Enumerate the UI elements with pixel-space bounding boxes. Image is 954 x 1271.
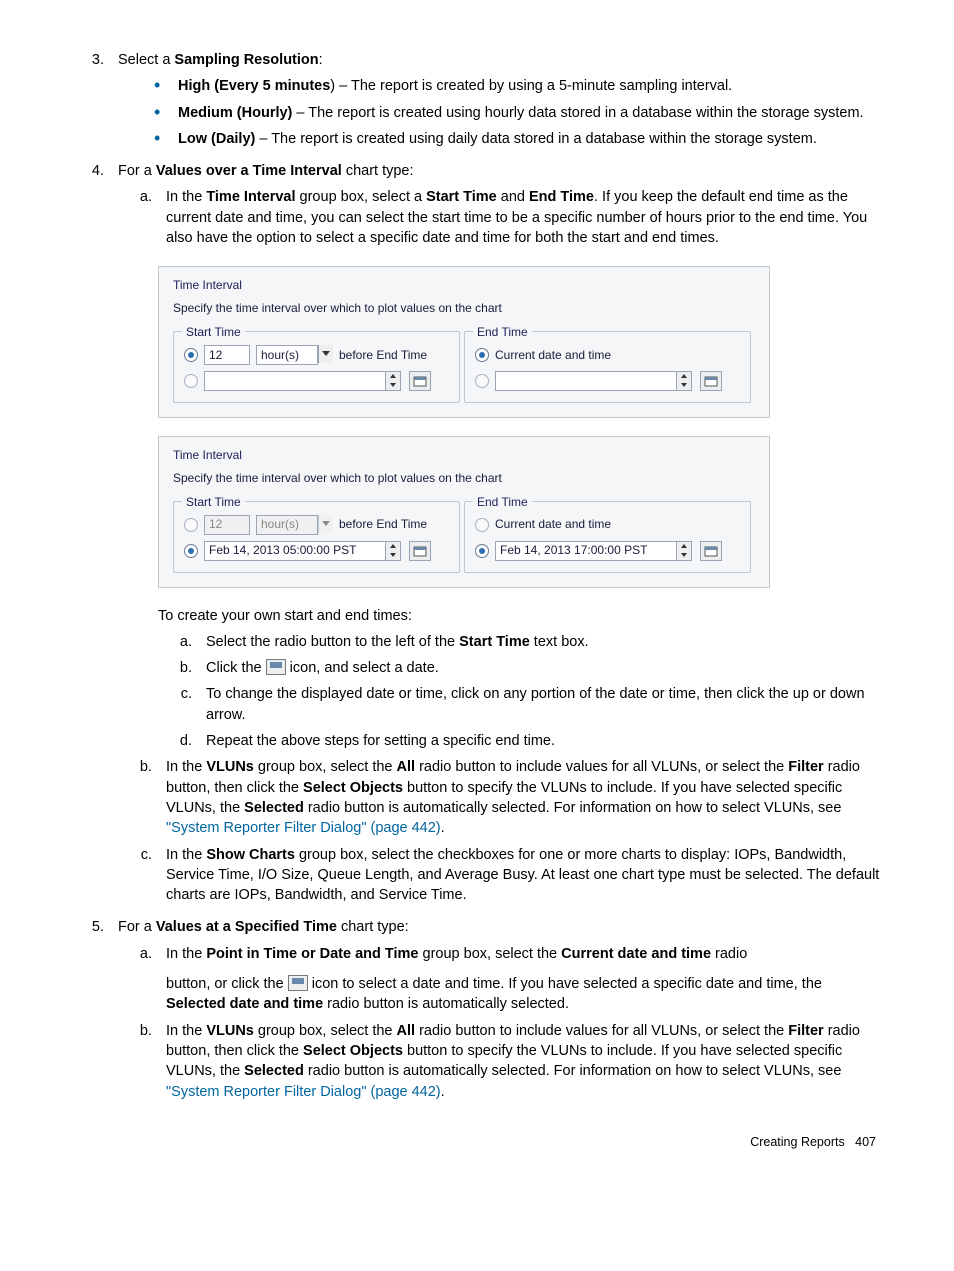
dialog-title: Time Interval [173, 447, 755, 464]
step-number: 5. [70, 917, 118, 1107]
spinner-icon[interactable] [677, 371, 692, 391]
calendar-icon[interactable] [700, 371, 722, 391]
main-steps: 3. Select a Sampling Resolution: • High … [70, 50, 884, 1108]
end-specific-radio[interactable] [475, 374, 489, 388]
bullet: • [154, 103, 178, 123]
dialog-desc: Specify the time interval over which to … [173, 470, 755, 487]
spinner-icon[interactable] [677, 541, 692, 561]
step-5-content: For a Values at a Specified Time chart t… [118, 917, 884, 1107]
step-number: 3. [70, 50, 118, 155]
hours-input[interactable]: 12 [204, 345, 250, 365]
page-footer: Creating Reports 407 [70, 1134, 884, 1152]
filter-dialog-link[interactable]: "System Reporter Filter Dialog" (page 44… [166, 820, 441, 836]
start-relative-radio[interactable] [184, 348, 198, 362]
time-interval-screenshot-default: Time Interval Specify the time interval … [158, 266, 770, 418]
start-time-group: Start Time 12 hour(s) before End Time [173, 501, 460, 573]
calendar-icon[interactable] [409, 371, 431, 391]
end-specific-radio[interactable] [475, 544, 489, 558]
calendar-icon [266, 659, 286, 675]
end-current-radio[interactable] [475, 348, 489, 362]
bullet: • [154, 129, 178, 149]
sampling-list: • High (Every 5 minutes) – The report is… [154, 76, 884, 149]
unit-select[interactable]: hour(s) [256, 345, 318, 365]
step-3-content: Select a Sampling Resolution: • High (Ev… [118, 50, 884, 155]
calendar-icon [288, 975, 308, 991]
start-specific-radio[interactable] [184, 544, 198, 558]
spinner-icon[interactable] [386, 541, 401, 561]
dialog-title: Time Interval [173, 277, 755, 294]
spinner-icon[interactable] [386, 371, 401, 391]
start-specific-radio[interactable] [184, 374, 198, 388]
start-date-input[interactable]: Feb 14, 2013 05:00:00 PST [204, 541, 386, 561]
end-time-group: End Time Current date and time Feb 14, 2… [464, 501, 751, 573]
step-4-content: For a Values over a Time Interval chart … [118, 161, 884, 911]
bullet: • [154, 76, 178, 96]
start-date-input[interactable] [204, 371, 386, 391]
dialog-desc: Specify the time interval over which to … [173, 300, 755, 317]
unit-select[interactable]: hour(s) [256, 515, 318, 535]
end-current-radio[interactable] [475, 518, 489, 532]
calendar-icon[interactable] [700, 541, 722, 561]
end-date-input[interactable]: Feb 14, 2013 17:00:00 PST [495, 541, 677, 561]
step-number: 4. [70, 161, 118, 911]
time-interval-screenshot-specific: Time Interval Specify the time interval … [158, 436, 770, 588]
chevron-down-icon[interactable] [318, 515, 333, 533]
hours-input[interactable]: 12 [204, 515, 250, 535]
start-relative-radio[interactable] [184, 518, 198, 532]
own-times-intro: To create your own start and end times: [158, 606, 884, 626]
start-time-group: Start Time 12 hour(s) before End Time [173, 331, 460, 403]
chevron-down-icon[interactable] [318, 345, 333, 363]
filter-dialog-link[interactable]: "System Reporter Filter Dialog" (page 44… [166, 1084, 441, 1100]
calendar-icon[interactable] [409, 541, 431, 561]
end-time-group: End Time Current date and time [464, 331, 751, 403]
end-date-input[interactable] [495, 371, 677, 391]
